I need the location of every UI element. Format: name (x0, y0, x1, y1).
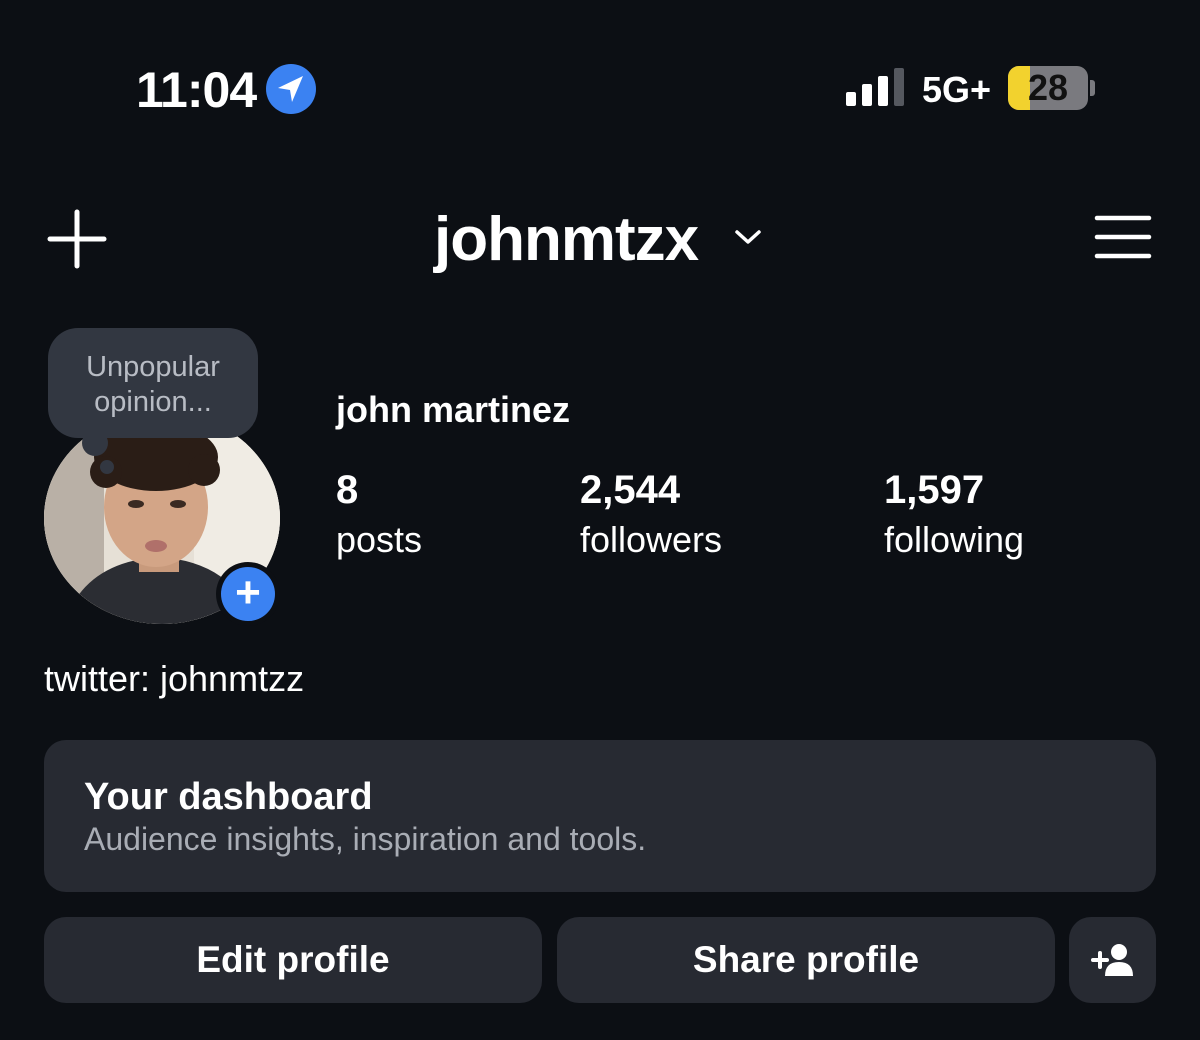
posts-label: posts (336, 519, 423, 560)
status-time: 11:04 (136, 62, 257, 118)
following-label: following (884, 519, 1025, 560)
posts-count: 8 (336, 468, 359, 512)
dashboard-card[interactable]: Your dashboard (44, 740, 1156, 892)
person-add-icon (1090, 944, 1133, 976)
add-story-button[interactable]: + (216, 562, 280, 626)
plus-icon: + (221, 567, 275, 621)
note-bubble[interactable]: Unpopular opinion... (48, 328, 258, 438)
battery-icon: 28 (1008, 66, 1098, 110)
create-plus-icon[interactable] (46, 208, 108, 270)
note-text-line1: Unpopular (86, 351, 220, 383)
profile-bio: twitter: johnmtzz (44, 658, 305, 699)
hamburger-menu-icon[interactable] (1094, 212, 1152, 262)
followers-stat[interactable]: 2,544 followers (580, 466, 722, 562)
network-type: 5G+ (922, 69, 992, 110)
dashboard-subtitle: Audience insights, inspiration and tools… (84, 821, 647, 857)
followers-label: followers (580, 519, 723, 560)
following-stat[interactable]: 1,597 following (884, 466, 1024, 562)
dashboard-title: Your dashboard (84, 776, 373, 818)
location-arrow-icon (266, 64, 316, 114)
battery-percentage: 28 (1027, 67, 1069, 108)
edit-profile-button[interactable]: Edit profile (44, 917, 542, 1003)
discover-people-button[interactable] (1069, 917, 1156, 1003)
profile-username[interactable]: johnmtzx (434, 204, 699, 276)
posts-stat[interactable]: 8 posts (336, 466, 422, 562)
signal-bars-icon (846, 68, 904, 106)
chevron-down-icon[interactable] (734, 226, 762, 248)
followers-count: 2,544 (580, 468, 681, 512)
profile-full-name: john martinez (336, 389, 571, 430)
share-profile-button[interactable]: Share profile (557, 917, 1055, 1003)
note-text-line2: opinion... (94, 386, 212, 418)
following-count: 1,597 (884, 468, 985, 512)
